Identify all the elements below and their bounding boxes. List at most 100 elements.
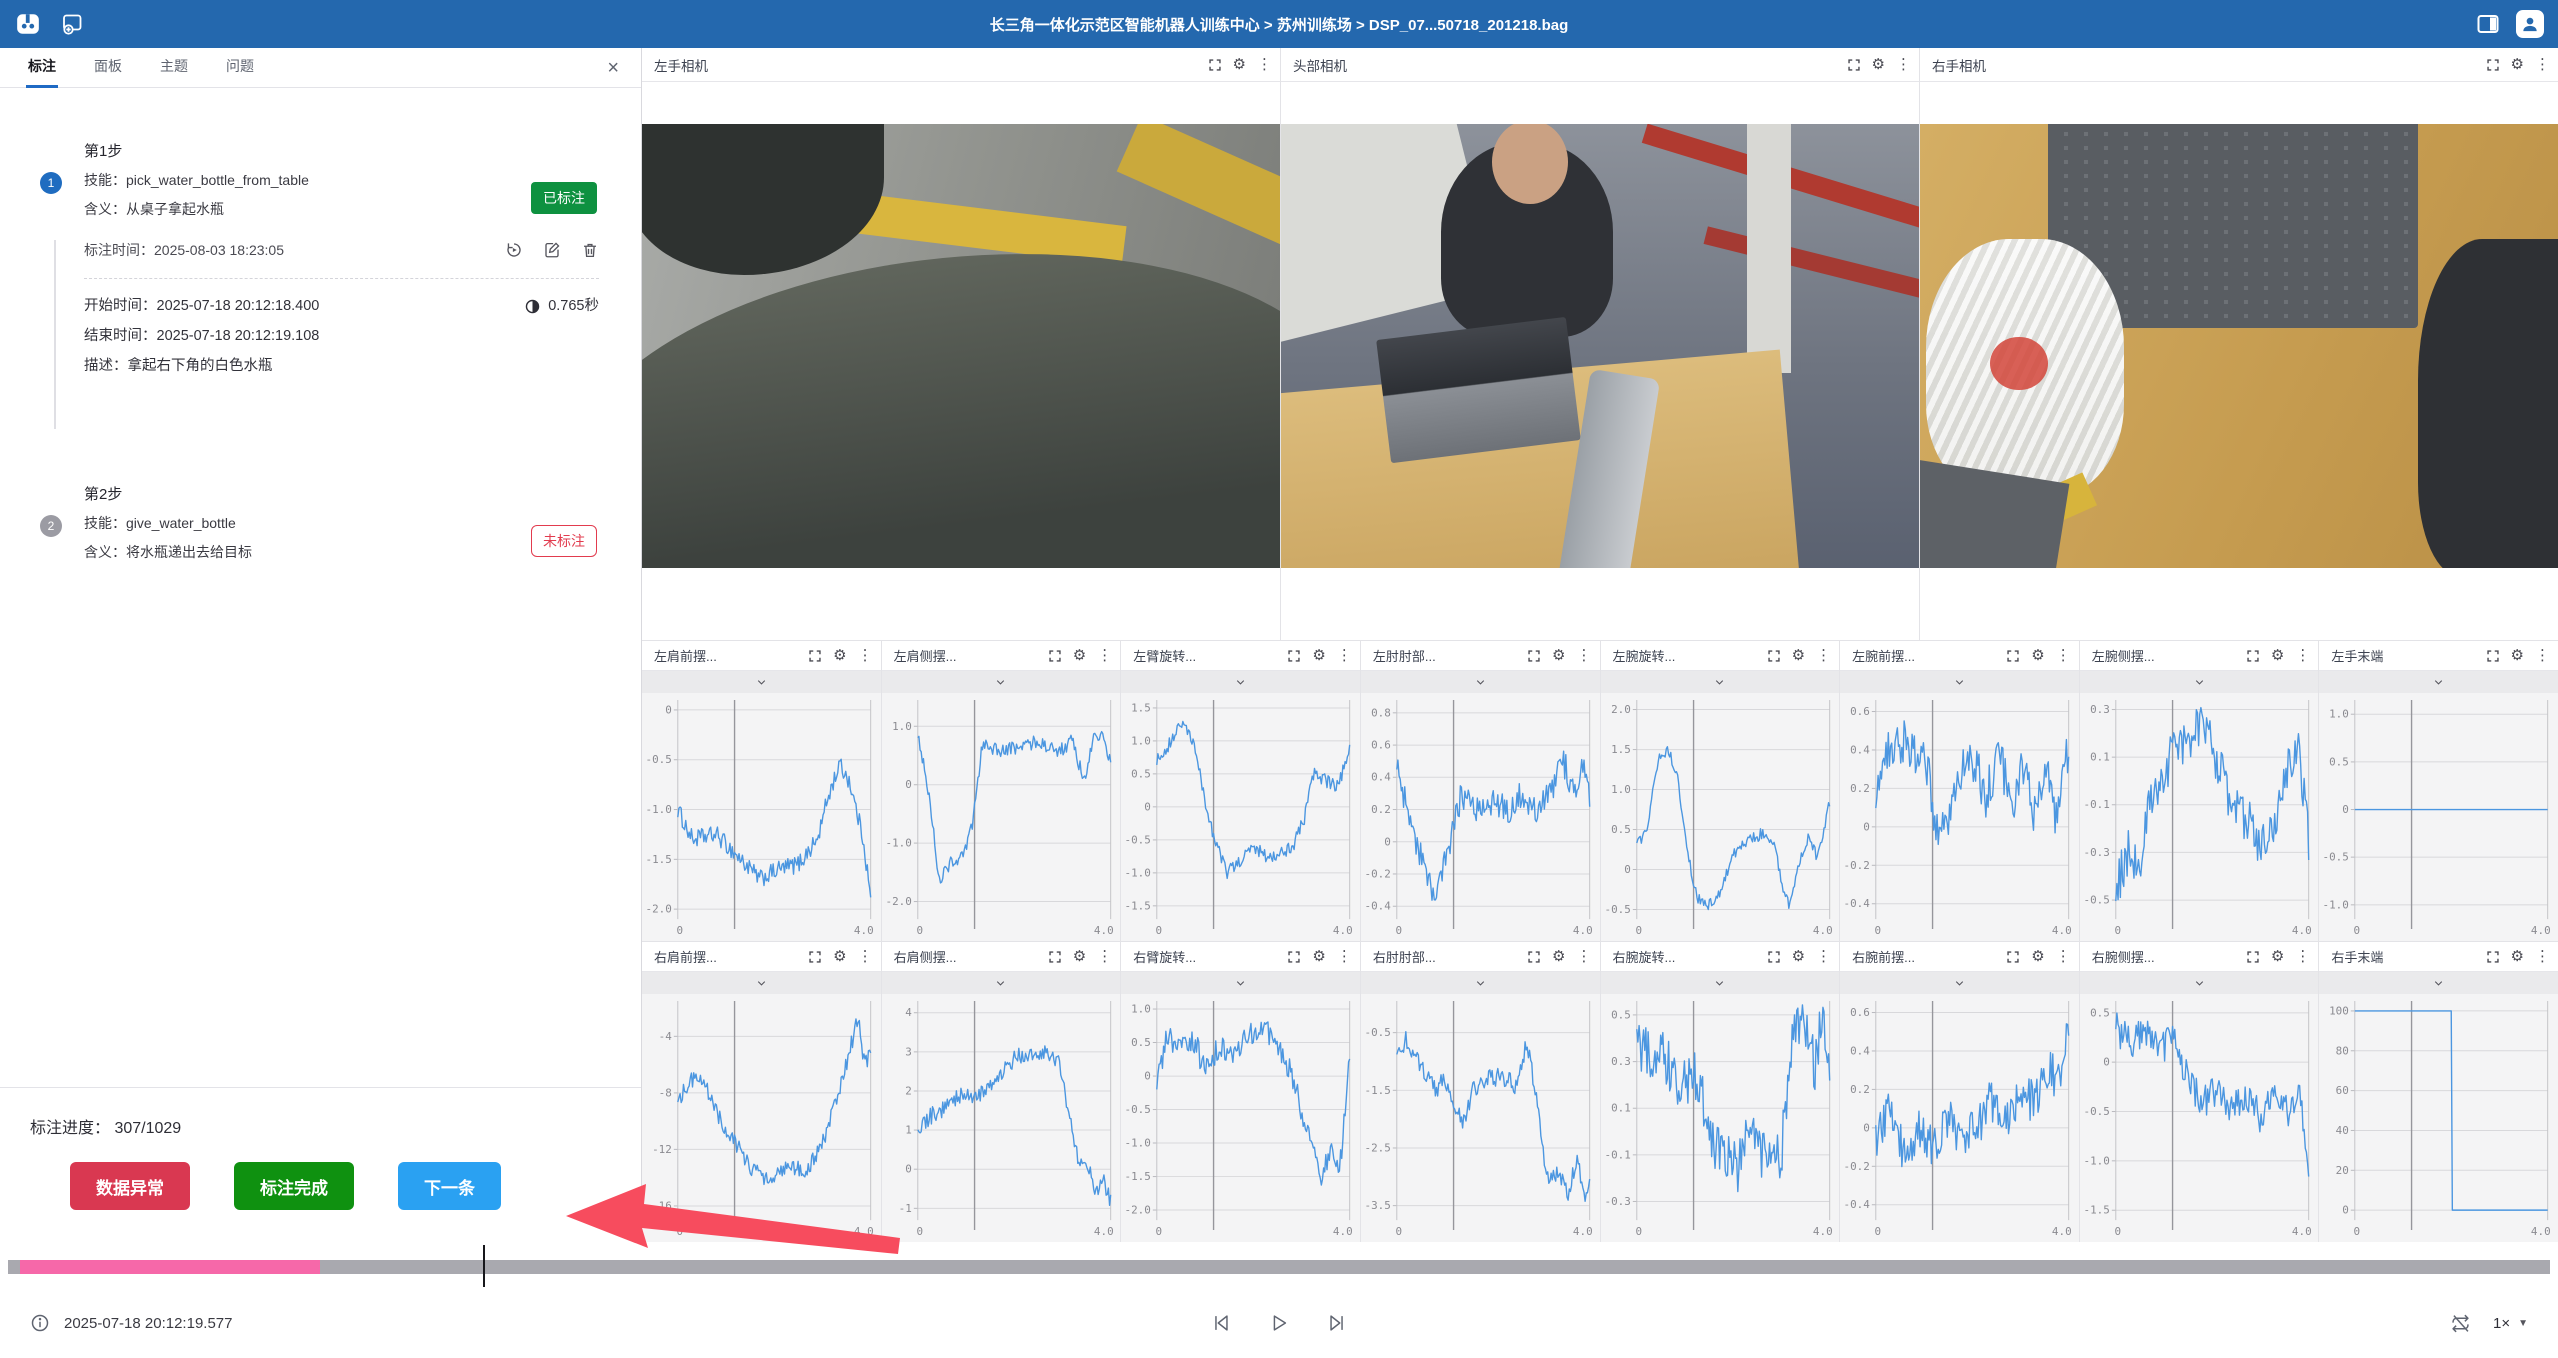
plot-collapse-toggle[interactable] bbox=[2319, 671, 2558, 693]
layout-toggle-icon[interactable] bbox=[2474, 10, 2502, 38]
next-item-button[interactable]: 下一条 bbox=[398, 1162, 501, 1210]
more-options-icon[interactable]: ⋮ bbox=[1816, 648, 1831, 663]
settings-gear-icon[interactable]: ⚙ bbox=[1552, 648, 1565, 663]
fullscreen-icon[interactable] bbox=[2486, 950, 2500, 964]
settings-gear-icon[interactable]: ⚙ bbox=[1312, 949, 1325, 964]
settings-gear-icon[interactable]: ⚙ bbox=[2511, 57, 2524, 72]
fullscreen-icon[interactable] bbox=[1767, 950, 1781, 964]
plot-collapse-toggle[interactable] bbox=[1601, 972, 1840, 994]
plot-collapse-toggle[interactable] bbox=[882, 972, 1121, 994]
settings-gear-icon[interactable]: ⚙ bbox=[2271, 949, 2284, 964]
fullscreen-icon[interactable] bbox=[2246, 950, 2260, 964]
more-options-icon[interactable]: ⋮ bbox=[1577, 949, 1592, 964]
plot-canvas[interactable]: 2.01.51.00.50-0.504.0 bbox=[1601, 693, 1840, 941]
fullscreen-icon[interactable] bbox=[1767, 649, 1781, 663]
settings-gear-icon[interactable]: ⚙ bbox=[1792, 949, 1805, 964]
fullscreen-icon[interactable] bbox=[1527, 649, 1541, 663]
delete-annotation-icon[interactable] bbox=[581, 241, 599, 259]
settings-gear-icon[interactable]: ⚙ bbox=[1552, 949, 1565, 964]
settings-gear-icon[interactable]: ⚙ bbox=[2271, 648, 2284, 663]
plot-collapse-toggle[interactable] bbox=[1121, 972, 1360, 994]
fullscreen-icon[interactable] bbox=[1048, 649, 1062, 663]
plot-collapse-toggle[interactable] bbox=[1361, 671, 1600, 693]
more-options-icon[interactable]: ⋮ bbox=[858, 949, 873, 964]
fullscreen-icon[interactable] bbox=[2246, 649, 2260, 663]
plot-canvas[interactable]: 0-0.5-1.0-1.5-2.004.0 bbox=[642, 693, 881, 941]
annotation-complete-button[interactable]: 标注完成 bbox=[234, 1162, 354, 1210]
more-options-icon[interactable]: ⋮ bbox=[2056, 648, 2071, 663]
timeline-track[interactable] bbox=[8, 1260, 2550, 1274]
fullscreen-icon[interactable] bbox=[2006, 950, 2020, 964]
fullscreen-icon[interactable] bbox=[1208, 58, 1222, 72]
plot-canvas[interactable]: -0.5-1.5-2.5-3.504.0 bbox=[1361, 994, 1600, 1242]
user-avatar[interactable] bbox=[2516, 10, 2544, 38]
fullscreen-icon[interactable] bbox=[2486, 58, 2500, 72]
more-options-icon[interactable]: ⋮ bbox=[1257, 57, 1272, 72]
plot-collapse-toggle[interactable] bbox=[882, 671, 1121, 693]
more-options-icon[interactable]: ⋮ bbox=[1337, 648, 1352, 663]
settings-gear-icon[interactable]: ⚙ bbox=[2511, 648, 2524, 663]
plot-canvas[interactable]: 1.00-1.0-2.004.0 bbox=[882, 693, 1121, 941]
more-options-icon[interactable]: ⋮ bbox=[1896, 57, 1911, 72]
tab-panel[interactable]: 面板 bbox=[92, 48, 124, 88]
plot-collapse-toggle[interactable] bbox=[642, 671, 881, 693]
plot-collapse-toggle[interactable] bbox=[1601, 671, 1840, 693]
settings-gear-icon[interactable]: ⚙ bbox=[1312, 648, 1325, 663]
fullscreen-icon[interactable] bbox=[1527, 950, 1541, 964]
info-icon[interactable] bbox=[30, 1313, 50, 1333]
more-options-icon[interactable]: ⋮ bbox=[2535, 57, 2550, 72]
more-options-icon[interactable]: ⋮ bbox=[1337, 949, 1352, 964]
fullscreen-icon[interactable] bbox=[2486, 649, 2500, 663]
tab-topics[interactable]: 主题 bbox=[158, 48, 190, 88]
fullscreen-icon[interactable] bbox=[808, 950, 822, 964]
plot-collapse-toggle[interactable] bbox=[1840, 671, 2079, 693]
edit-annotation-icon[interactable] bbox=[543, 241, 561, 259]
plot-canvas[interactable]: 1.00.50-0.5-1.004.0 bbox=[2319, 693, 2558, 941]
plot-collapse-toggle[interactable] bbox=[1840, 972, 2079, 994]
seek-end-icon[interactable] bbox=[1326, 1312, 1348, 1334]
plot-canvas[interactable]: 0.50-0.5-1.0-1.504.0 bbox=[2080, 994, 2319, 1242]
plot-canvas[interactable]: 0.80.60.40.20-0.2-0.404.0 bbox=[1361, 693, 1600, 941]
fullscreen-icon[interactable] bbox=[1287, 649, 1301, 663]
close-icon[interactable]: × bbox=[607, 58, 619, 78]
settings-gear-icon[interactable]: ⚙ bbox=[2031, 648, 2044, 663]
play-icon[interactable] bbox=[1268, 1312, 1290, 1334]
more-options-icon[interactable]: ⋮ bbox=[2295, 949, 2310, 964]
more-options-icon[interactable]: ⋮ bbox=[2295, 648, 2310, 663]
plot-collapse-toggle[interactable] bbox=[1361, 972, 1600, 994]
plot-canvas[interactable]: 0.50.30.1-0.1-0.304.0 bbox=[1601, 994, 1840, 1242]
more-options-icon[interactable]: ⋮ bbox=[1097, 648, 1112, 663]
plot-collapse-toggle[interactable] bbox=[2319, 972, 2558, 994]
data-abnormal-button[interactable]: 数据异常 bbox=[70, 1162, 190, 1210]
plot-collapse-toggle[interactable] bbox=[2080, 972, 2319, 994]
settings-gear-icon[interactable]: ⚙ bbox=[1233, 57, 1246, 72]
settings-gear-icon[interactable]: ⚙ bbox=[2031, 949, 2044, 964]
loop-disabled-icon[interactable] bbox=[2450, 1313, 2471, 1334]
seek-start-icon[interactable] bbox=[1210, 1312, 1232, 1334]
fullscreen-icon[interactable] bbox=[1847, 58, 1861, 72]
settings-gear-icon[interactable]: ⚙ bbox=[1073, 949, 1086, 964]
plot-collapse-toggle[interactable] bbox=[2080, 671, 2319, 693]
plot-canvas[interactable]: 43210-104.0 bbox=[882, 994, 1121, 1242]
settings-gear-icon[interactable]: ⚙ bbox=[833, 648, 846, 663]
fullscreen-icon[interactable] bbox=[808, 649, 822, 663]
fullscreen-icon[interactable] bbox=[1287, 950, 1301, 964]
settings-gear-icon[interactable]: ⚙ bbox=[1872, 57, 1885, 72]
more-options-icon[interactable]: ⋮ bbox=[2535, 648, 2550, 663]
plot-canvas[interactable]: 1.00.50-0.5-1.0-1.5-2.004.0 bbox=[1121, 994, 1360, 1242]
plot-canvas[interactable]: 10080604020004.0 bbox=[2319, 994, 2558, 1242]
more-options-icon[interactable]: ⋮ bbox=[858, 648, 873, 663]
playback-speed-control[interactable]: 1× ▼ bbox=[2493, 1315, 2528, 1332]
settings-gear-icon[interactable]: ⚙ bbox=[1792, 648, 1805, 663]
step-item-2[interactable]: 2 第2步 技能：give_water_bottle 含义：将水瓶递出去给目标 … bbox=[0, 483, 641, 567]
settings-gear-icon[interactable]: ⚙ bbox=[1073, 648, 1086, 663]
plot-canvas[interactable]: 1.51.00.50-0.5-1.0-1.504.0 bbox=[1121, 693, 1360, 941]
app-logo-icon[interactable] bbox=[14, 10, 42, 38]
plot-collapse-toggle[interactable] bbox=[642, 972, 881, 994]
replay-segment-icon[interactable] bbox=[505, 241, 523, 259]
tab-annotation[interactable]: 标注 bbox=[26, 48, 58, 88]
timeline-playhead[interactable] bbox=[483, 1245, 485, 1287]
fullscreen-icon[interactable] bbox=[2006, 649, 2020, 663]
step-item-1[interactable]: 1 第1步 技能：pick_water_bottle_from_table 含义… bbox=[0, 140, 641, 429]
add-panel-icon[interactable] bbox=[58, 10, 86, 38]
